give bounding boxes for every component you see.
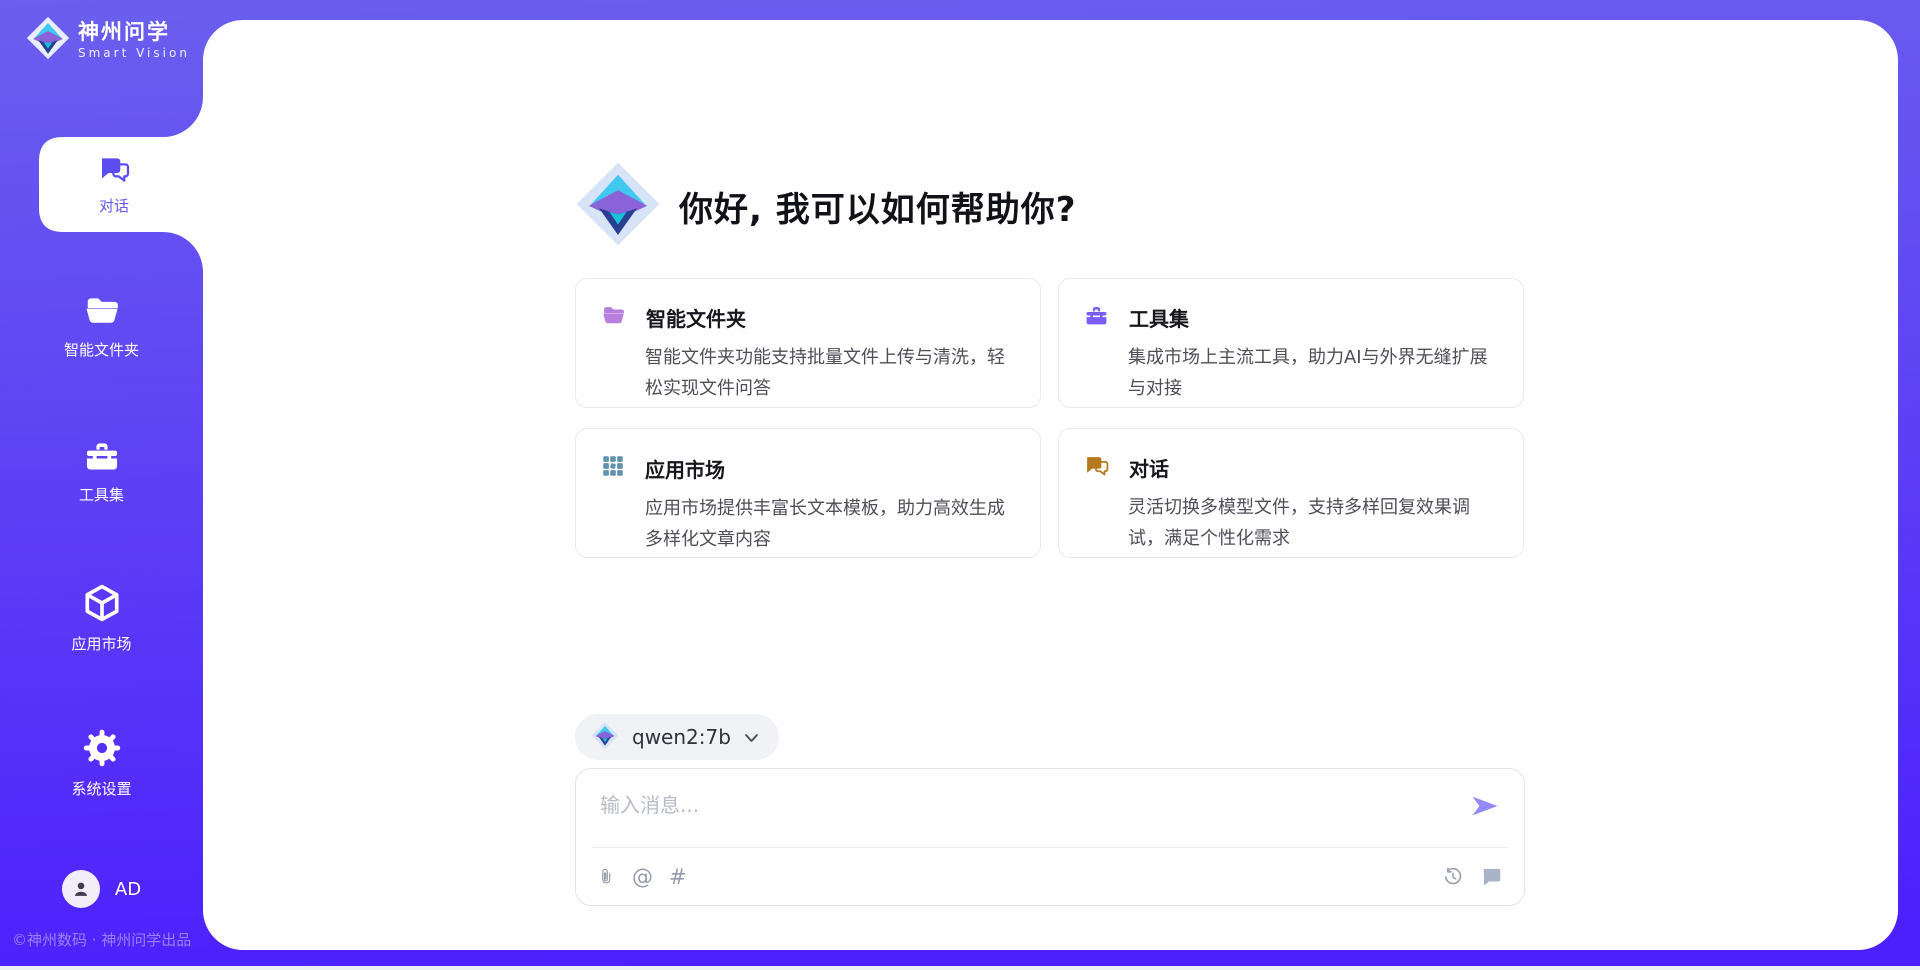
- sidebar-item-smart-folder[interactable]: 智能文件夹: [0, 292, 203, 360]
- sidebar-item-app-market[interactable]: 应用市场: [0, 582, 203, 654]
- card-description: 灵活切换多模型文件，支持多样回复效果调试，满足个性化需求: [1128, 492, 1499, 554]
- card-description: 应用市场提供丰富长文本模板，助力高效生成多样化文章内容: [645, 493, 1016, 555]
- model-name: qwen2:7b: [632, 725, 731, 749]
- history-icon[interactable]: [1442, 866, 1464, 888]
- card-toolset[interactable]: 工具集 集成市场上主流工具，助力AI与外界无缝扩展与对接: [1058, 278, 1524, 408]
- toolbox-icon: [81, 437, 123, 475]
- cube-icon: [81, 582, 123, 624]
- chat-icon: [95, 153, 133, 189]
- chevron-down-icon: [744, 728, 759, 747]
- sidebar-item-label: 系统设置: [71, 778, 131, 799]
- greeting-title: 你好, 我可以如何帮助你?: [679, 182, 1076, 231]
- paperclip-icon[interactable]: [598, 866, 616, 888]
- brand-logo-diamond-icon: [26, 16, 70, 64]
- horizontal-scrollbar[interactable]: [0, 966, 1920, 970]
- card-title: 应用市场: [645, 454, 725, 483]
- model-selector[interactable]: qwen2:7b: [575, 714, 779, 760]
- card-title: 智能文件夹: [646, 303, 746, 332]
- brand-name: 神州问学: [78, 20, 190, 45]
- sidebar-item-label: 应用市场: [71, 633, 131, 654]
- folder-icon: [82, 292, 122, 330]
- sidebar-item-label: 智能文件夹: [64, 339, 139, 360]
- briefcase-icon: [1083, 303, 1110, 332]
- main-panel: 你好, 我可以如何帮助你? 智能文件夹 智能文件夹功能支持批量文件上传与清洗，轻…: [203, 20, 1898, 950]
- sidebar-item-chat[interactable]: 对话: [39, 137, 189, 232]
- gear-icon: [81, 727, 123, 769]
- card-description: 智能文件夹功能支持批量文件上传与清洗，轻松实现文件问答: [645, 342, 1016, 404]
- user-account[interactable]: AD: [0, 870, 203, 908]
- message-composer: @ #: [575, 768, 1525, 906]
- sidebar-item-label: 工具集: [79, 484, 124, 505]
- feature-cards: 智能文件夹 智能文件夹功能支持批量文件上传与清洗，轻松实现文件问答 工具集 集成…: [575, 278, 1524, 558]
- avatar: [62, 870, 100, 908]
- card-smart-folder[interactable]: 智能文件夹 智能文件夹功能支持批量文件上传与清洗，轻松实现文件问答: [575, 278, 1041, 408]
- sidebar-footer-credit: ©神州数码 · 神州问学出品: [12, 929, 191, 950]
- at-icon[interactable]: @: [632, 867, 653, 888]
- user-initials: AD: [115, 879, 141, 900]
- grid-icon: [600, 453, 626, 483]
- card-description: 集成市场上主流工具，助力AI与外界无缝扩展与对接: [1128, 342, 1499, 404]
- composer-toolbar: @ #: [598, 848, 1502, 906]
- chat-icon: [1083, 453, 1110, 482]
- sidebar-item-settings[interactable]: 系统设置: [0, 727, 203, 799]
- card-chat[interactable]: 对话 灵活切换多模型文件，支持多样回复效果调试，满足个性化需求: [1058, 428, 1524, 558]
- send-icon[interactable]: [1470, 793, 1500, 819]
- app-logo-diamond-icon: [575, 160, 661, 252]
- sidebar-item-toolset[interactable]: 工具集: [0, 437, 203, 505]
- brand-subtitle: Smart Vision: [78, 46, 190, 60]
- comment-icon[interactable]: [1480, 867, 1502, 887]
- message-input[interactable]: [600, 789, 1420, 841]
- card-title: 工具集: [1129, 303, 1189, 332]
- card-app-market[interactable]: 应用市场 应用市场提供丰富长文本模板，助力高效生成多样化文章内容: [575, 428, 1041, 558]
- card-title: 对话: [1129, 453, 1169, 482]
- brand: 神州问学 Smart Vision: [26, 16, 190, 64]
- model-logo-diamond-icon: [591, 721, 619, 754]
- folder-icon: [600, 303, 627, 332]
- sidebar: 神州问学 Smart Vision 对话 智能文件夹 工具集 应用市场: [0, 0, 203, 970]
- greeting-block: 你好, 我可以如何帮助你?: [575, 160, 1076, 252]
- sidebar-item-label: 对话: [99, 195, 129, 216]
- hash-icon[interactable]: #: [669, 867, 687, 888]
